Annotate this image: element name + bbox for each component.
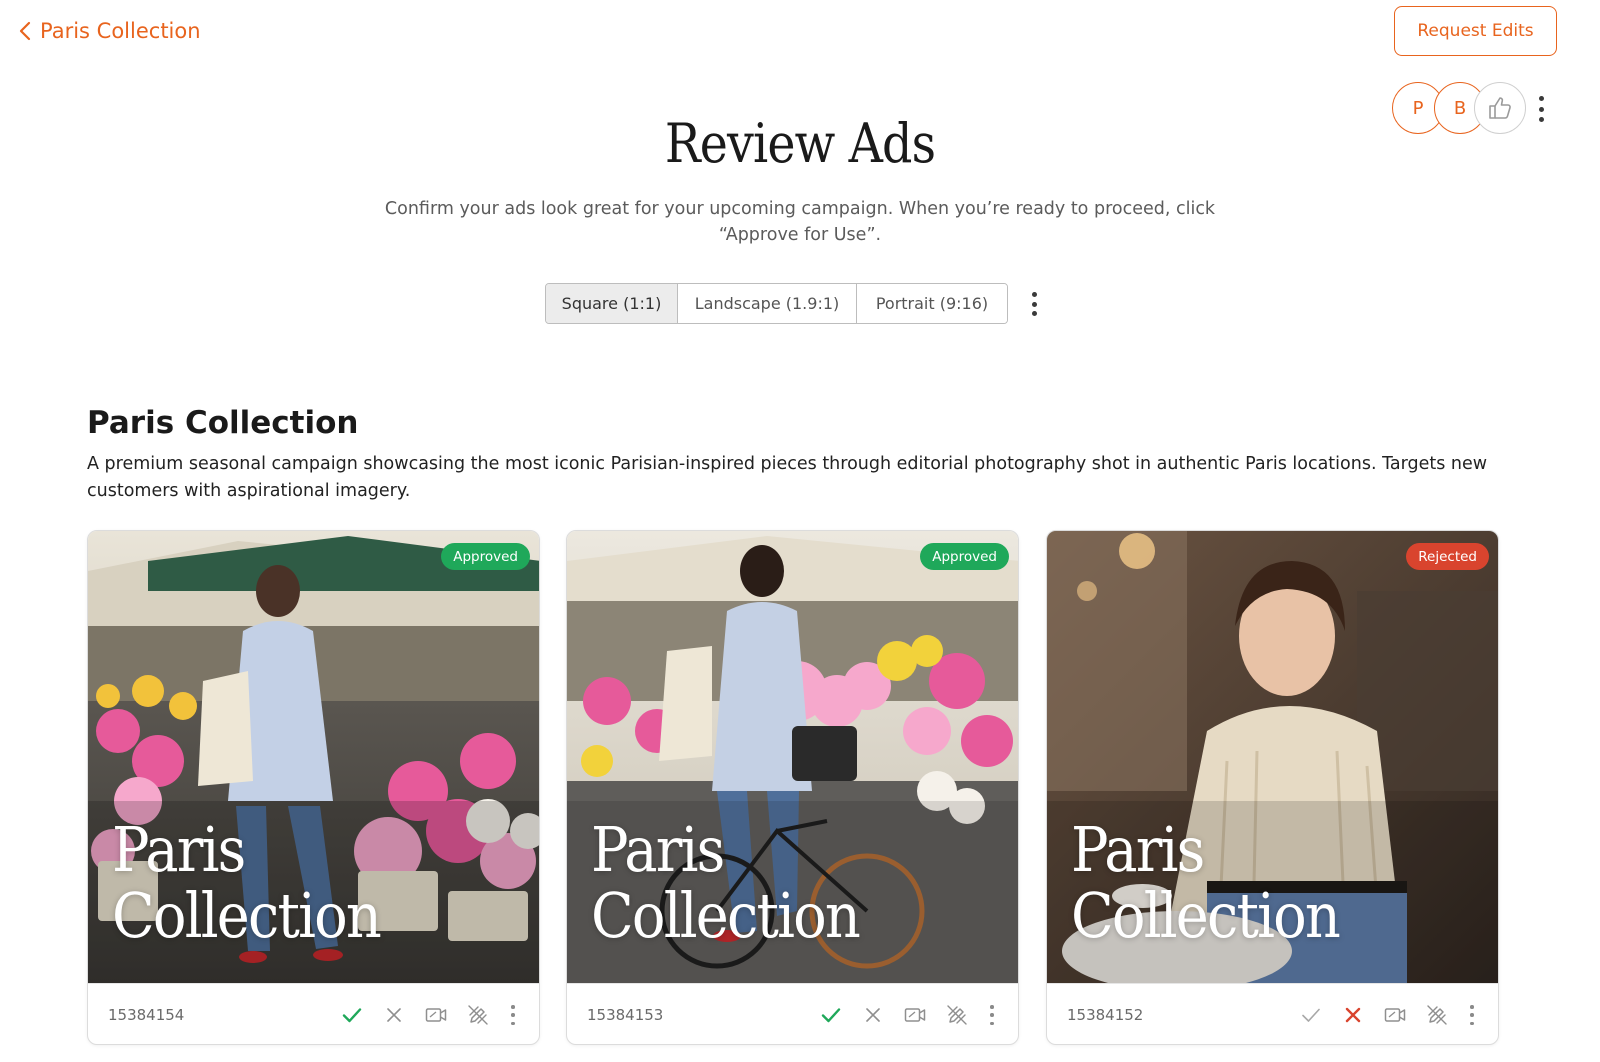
request-edits-button[interactable]: Request Edits <box>1394 6 1557 56</box>
ad-id: 15384154 <box>108 1006 185 1024</box>
close-icon <box>387 1008 401 1022</box>
video-icon <box>904 1008 926 1022</box>
more-vertical-icon[interactable] <box>507 1005 519 1025</box>
tab-square[interactable]: Square (1:1) <box>546 284 678 323</box>
ad-image[interactable]: Approved Paris Collection <box>88 531 539 983</box>
ad-overlay-line: Paris <box>591 813 725 886</box>
ad-card-footer: 15384152 <box>1047 983 1498 1044</box>
video-icon <box>1384 1008 1406 1022</box>
reject-button[interactable] <box>1340 1002 1366 1028</box>
preview-video-button[interactable] <box>1382 1002 1408 1028</box>
ad-image[interactable]: Rejected Paris Collection <box>1047 531 1498 983</box>
edit-off-icon <box>947 1005 967 1025</box>
ad-id: 15384152 <box>1067 1006 1144 1024</box>
ad-card-footer: 15384153 <box>567 983 1018 1044</box>
edit-button[interactable] <box>465 1002 491 1028</box>
ad-overlay-text: Paris Collection <box>591 813 861 952</box>
reject-button[interactable] <box>381 1002 407 1028</box>
edit-button[interactable] <box>1424 1002 1450 1028</box>
approve-button[interactable] <box>818 1002 844 1028</box>
check-icon <box>342 1008 362 1023</box>
back-link[interactable]: Paris Collection <box>18 19 201 43</box>
page-title: Review Ads <box>664 112 936 175</box>
check-icon <box>821 1008 841 1023</box>
chevron-left-icon <box>19 21 31 41</box>
status-badge: Approved <box>441 543 530 570</box>
more-vertical-icon[interactable] <box>1535 96 1547 122</box>
edit-off-icon <box>1427 1005 1447 1025</box>
ad-overlay-line: Collection <box>591 879 861 952</box>
ad-card-footer: 15384154 <box>88 983 539 1044</box>
ad-overlay-line: Paris <box>112 813 246 886</box>
more-vertical-icon[interactable] <box>986 1005 998 1025</box>
more-vertical-icon[interactable] <box>1466 1005 1478 1025</box>
preview-video-button[interactable] <box>423 1002 449 1028</box>
ad-overlay-line: Paris <box>1071 813 1205 886</box>
ad-card[interactable]: Rejected Paris Collection 15384152 <box>1046 530 1499 1045</box>
ad-image[interactable]: Approved Paris Collection <box>567 531 1018 983</box>
format-tabs: Square (1:1) Landscape (1.9:1) Portrait … <box>545 283 1008 324</box>
section-description: A premium seasonal campaign showcasing t… <box>87 454 1488 501</box>
back-link-label: Paris Collection <box>40 19 201 43</box>
approve-button[interactable] <box>339 1002 365 1028</box>
ad-card[interactable]: Approved Paris Collection 15384154 <box>87 530 540 1045</box>
close-icon <box>1345 1007 1361 1023</box>
ad-id: 15384153 <box>587 1006 664 1024</box>
edit-button[interactable] <box>944 1002 970 1028</box>
section-title: Paris Collection <box>87 405 359 441</box>
more-vertical-icon[interactable] <box>1028 292 1040 316</box>
ad-overlay-line: Collection <box>112 879 382 952</box>
status-badge: Approved <box>920 543 1009 570</box>
close-icon <box>866 1008 880 1022</box>
reject-button[interactable] <box>860 1002 886 1028</box>
approve-button[interactable] <box>1298 1002 1324 1028</box>
video-icon <box>425 1008 447 1022</box>
edit-off-icon <box>468 1005 488 1025</box>
page-subtitle: Confirm your ads look great for your upc… <box>384 199 1216 245</box>
ad-overlay-text: Paris Collection <box>112 813 382 952</box>
ad-overlay-text: Paris Collection <box>1071 813 1341 952</box>
preview-video-button[interactable] <box>902 1002 928 1028</box>
ad-card[interactable]: Approved Paris Collection 15384153 <box>566 530 1019 1045</box>
check-icon <box>1302 1008 1320 1022</box>
status-badge: Rejected <box>1406 543 1489 570</box>
tab-portrait[interactable]: Portrait (9:16) <box>857 284 1007 323</box>
tab-landscape[interactable]: Landscape (1.9:1) <box>678 284 857 323</box>
ad-overlay-line: Collection <box>1071 879 1341 952</box>
